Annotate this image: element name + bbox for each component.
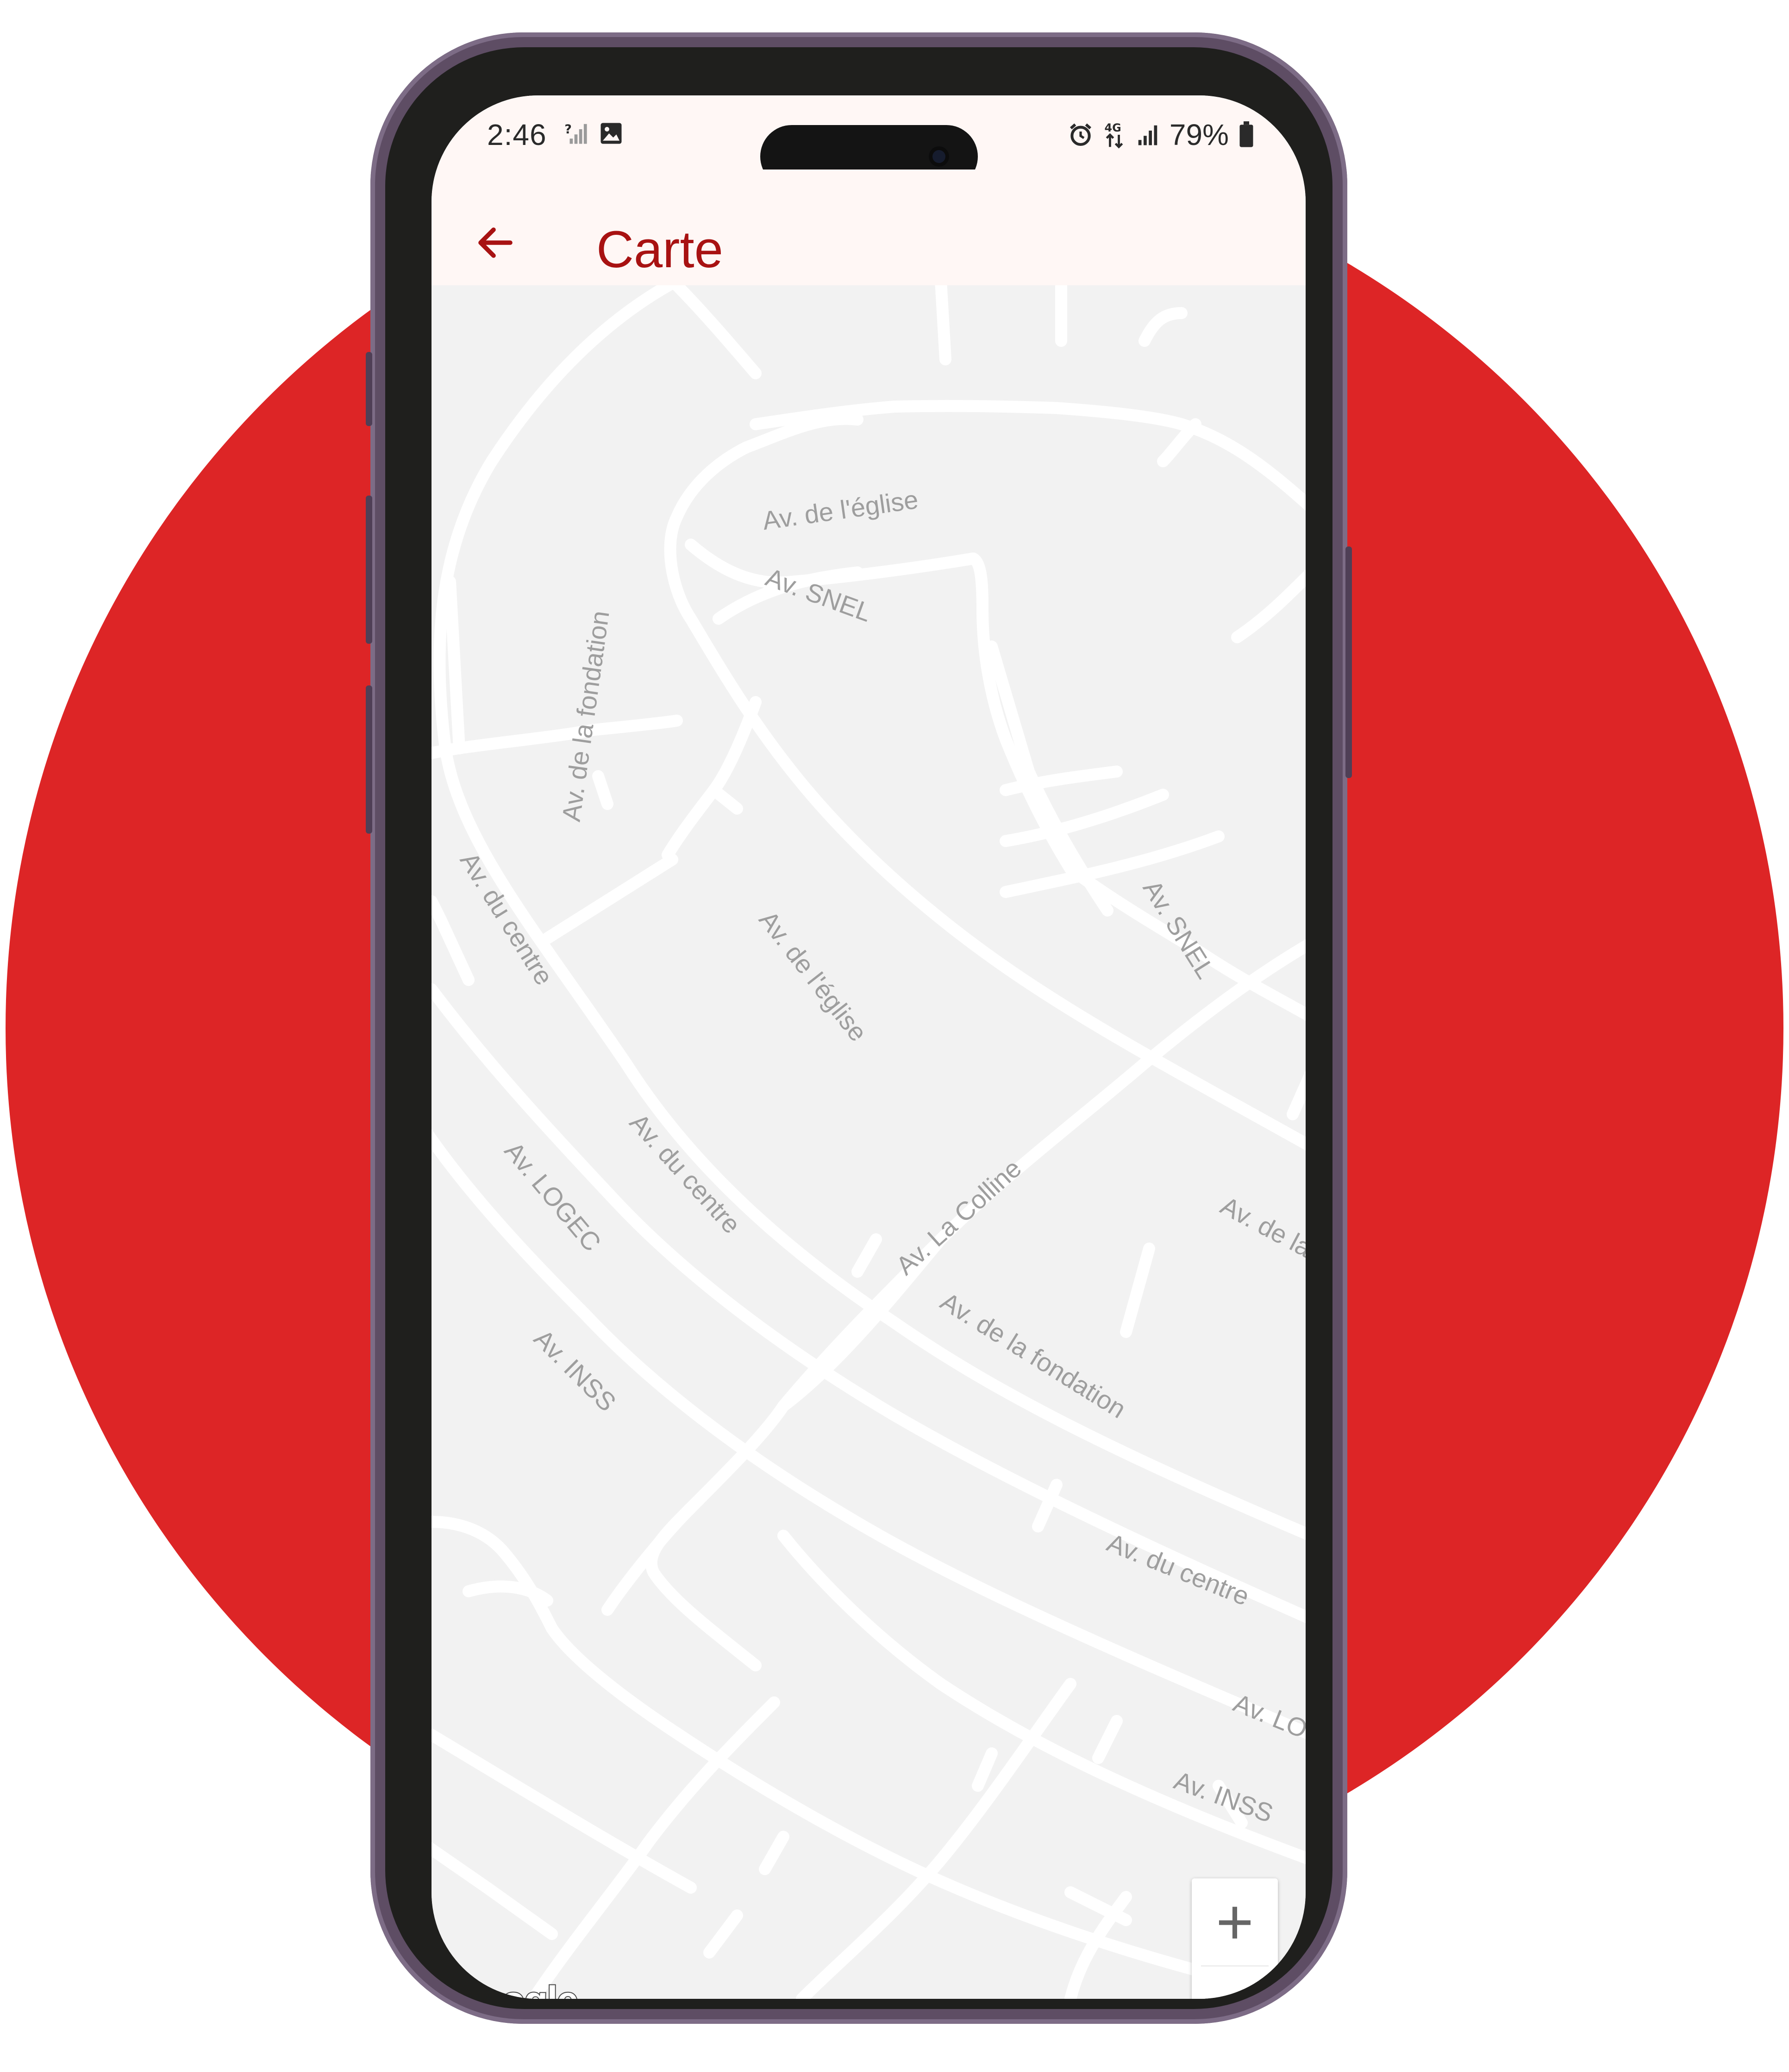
- alarm-icon: [1070, 123, 1091, 146]
- phone-volume-up-button: [366, 496, 372, 644]
- map-canvas[interactable]: Av. de l'église Av. SNEL Av. de la fonda…: [432, 285, 1306, 1999]
- status-bar: 2:46 ? 4G 79%: [432, 95, 1306, 188]
- battery-percentage: 79%: [1169, 118, 1229, 151]
- signal-icon: [1138, 125, 1157, 145]
- zoom-controls: + −: [1192, 1878, 1278, 1999]
- wifi-question-icon: ?: [564, 122, 587, 144]
- phone-side-button: [366, 352, 372, 426]
- zoom-in-button[interactable]: +: [1192, 1878, 1278, 1965]
- svg-text:?: ?: [564, 122, 572, 137]
- phone-screen: 2:46 ? 4G 79% Carte Av. de l'église Av. …: [432, 95, 1306, 1999]
- battery-icon: [1239, 121, 1253, 147]
- status-time: 2:46: [487, 118, 547, 151]
- svg-text:4G: 4G: [1104, 121, 1121, 134]
- phone-power-button: [1345, 546, 1352, 778]
- page-title: Carte: [596, 220, 723, 278]
- map-view[interactable]: Av. de l'église Av. SNEL Av. de la fonda…: [432, 285, 1306, 1999]
- camera-lens: [929, 146, 949, 167]
- app-bar: Carte: [432, 170, 1306, 285]
- 4g-data-icon: 4G: [1104, 121, 1123, 149]
- phone-volume-down-button: [366, 685, 372, 834]
- zoom-out-button[interactable]: −: [1192, 1966, 1278, 1999]
- phone-bezel: 2:46 ? 4G 79% Carte Av. de l'église Av. …: [385, 47, 1332, 2009]
- phone-frame: 2:46 ? 4G 79% Carte Av. de l'église Av. …: [366, 32, 1352, 2024]
- google-attribution: Google: [448, 1978, 579, 1999]
- arrow-left-icon[interactable]: [473, 220, 518, 265]
- image-icon: [601, 123, 622, 144]
